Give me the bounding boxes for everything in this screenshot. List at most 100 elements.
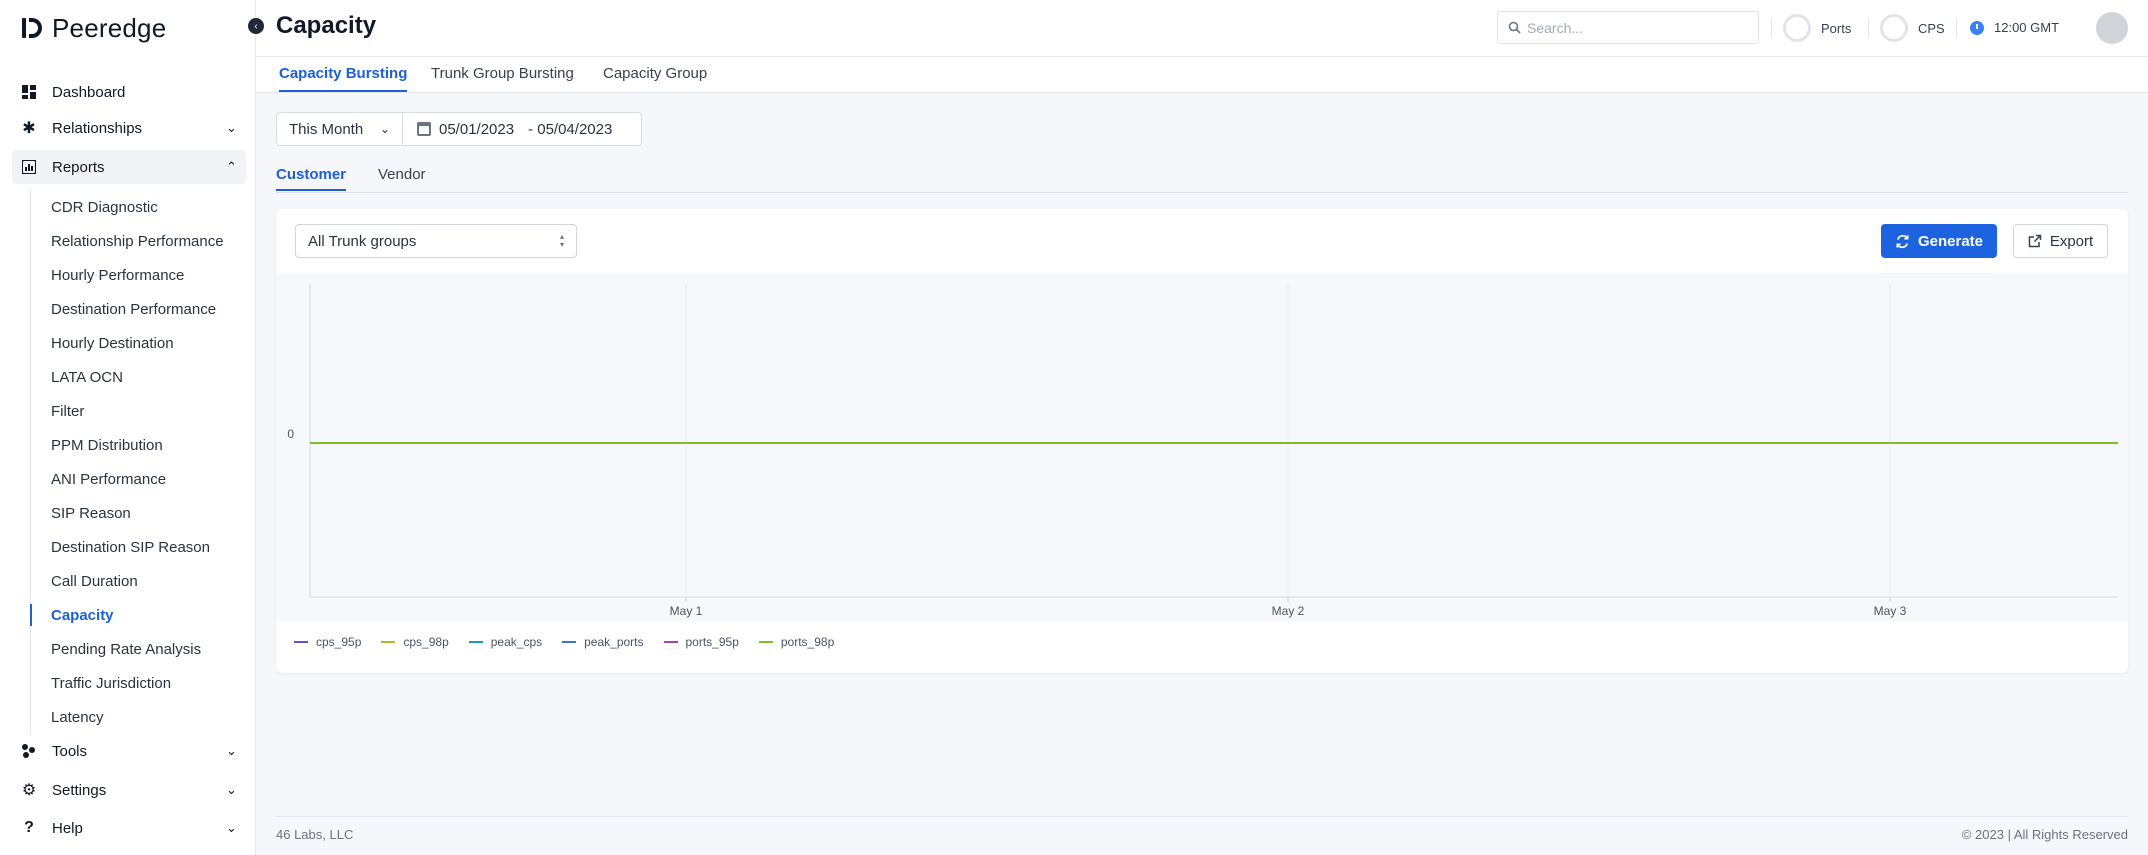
external-link-icon xyxy=(2028,234,2042,248)
page-title: Capacity xyxy=(276,12,377,39)
sidebar-item-call-duration[interactable]: Call Duration xyxy=(31,564,246,598)
x-tick-label: May 3 xyxy=(1874,604,1907,618)
sidebar-item-label: Reports xyxy=(52,158,105,176)
legend-item-cps_95p[interactable]: cps_95p xyxy=(294,635,361,649)
avatar[interactable] xyxy=(2096,12,2128,44)
legend-item-ports_95p[interactable]: ports_95p xyxy=(663,635,739,649)
sidebar-item-label: Relationships xyxy=(52,119,143,137)
sidebar-item-capacity[interactable]: Capacity xyxy=(30,598,246,632)
legend-item-ports_98p[interactable]: ports_98p xyxy=(758,635,835,649)
legend-swatch xyxy=(758,641,773,643)
sidebar: Peeredge Dashboard ✱ Relationships ⌄ Rep… xyxy=(0,0,256,855)
period-value: This Month xyxy=(289,120,364,138)
search-input[interactable] xyxy=(1527,19,1747,36)
legend-label: peak_ports xyxy=(584,635,644,649)
cps-label: CPS xyxy=(1918,20,1945,36)
ports-gauge[interactable]: Ports xyxy=(1783,14,1851,42)
legend-label: cps_95p xyxy=(316,635,362,649)
capacity-chart: May 1 May 2 May 3 0 xyxy=(287,283,2118,618)
footer-copyright: © 2023 | All Rights Reserved xyxy=(1961,827,2128,842)
help-icon: ? xyxy=(24,819,34,836)
sidebar-item-relationship-performance[interactable]: Relationship Performance xyxy=(31,224,246,258)
sidebar-item-latency[interactable]: Latency xyxy=(31,700,246,734)
tab-customer[interactable]: Customer xyxy=(276,166,347,191)
sidebar-item-label: Help xyxy=(52,819,83,837)
cps-ring-icon xyxy=(1880,14,1908,42)
y-tick-label: 0 xyxy=(287,427,294,441)
top-tabs: Capacity Bursting Trunk Group Bursting C… xyxy=(256,57,2148,93)
trunk-group-value: All Trunk groups xyxy=(308,232,417,250)
legend-swatch xyxy=(468,641,483,643)
date-to: - 05/04/2023 xyxy=(528,120,613,138)
search-box[interactable] xyxy=(1497,11,1759,44)
header: Capacity Ports CPS 12:00 GMT xyxy=(256,0,2148,57)
select-arrows-icon: ▴ ▾ xyxy=(559,232,564,249)
divider xyxy=(1956,18,1957,38)
legend-item-cps_98p[interactable]: cps_98p xyxy=(381,635,449,649)
legend-label: cps_98p xyxy=(403,635,449,649)
sidebar-item-label: Dashboard xyxy=(52,83,126,101)
logo-icon xyxy=(22,16,44,40)
sidebar-item-settings[interactable]: ⚙ Settings ⌄ xyxy=(12,773,246,807)
refresh-icon xyxy=(1896,234,1909,248)
export-label: Export xyxy=(2049,232,2094,250)
sidebar-item-ani-performance[interactable]: ANI Performance xyxy=(31,462,246,496)
chevron-down-icon: ⌄ xyxy=(226,820,237,835)
sidebar-item-filter[interactable]: Filter xyxy=(31,394,246,428)
generate-button[interactable]: Generate xyxy=(1881,224,1997,258)
period-select[interactable]: This Month ⌄ xyxy=(277,113,403,145)
divider xyxy=(1771,18,1772,38)
clock-icon xyxy=(1970,20,1984,35)
x-tick-label: May 2 xyxy=(1272,604,1305,618)
sidebar-item-cdr-diagnostic[interactable]: CDR Diagnostic xyxy=(31,190,246,224)
dashboard-icon xyxy=(12,85,46,99)
legend-swatch xyxy=(381,641,396,643)
sidebar-item-relationships[interactable]: ✱ Relationships ⌄ xyxy=(12,111,246,145)
cps-gauge[interactable]: CPS xyxy=(1880,14,1945,42)
legend-label: ports_98p xyxy=(780,635,835,649)
tab-capacity-bursting[interactable]: Capacity Bursting xyxy=(279,65,408,92)
sidebar-item-destination-performance[interactable]: Destination Performance xyxy=(31,292,246,326)
reports-icon xyxy=(12,160,46,174)
sidebar-item-tools[interactable]: Tools ⌄ xyxy=(12,734,246,768)
tab-trunk-group-bursting[interactable]: Trunk Group Bursting xyxy=(431,65,574,90)
sidebar-item-hourly-destination[interactable]: Hourly Destination xyxy=(31,326,246,360)
sidebar-item-label: Tools xyxy=(52,742,88,760)
sidebar-item-help[interactable]: ? Help ⌄ xyxy=(12,811,246,845)
trunk-group-select[interactable]: All Trunk groups ▴ ▾ xyxy=(295,224,577,258)
tools-icon xyxy=(12,743,46,759)
sidebar-item-lata-ocn[interactable]: LATA OCN xyxy=(31,360,246,394)
tab-capacity-group[interactable]: Capacity Group xyxy=(603,65,707,90)
sidebar-item-label: Settings xyxy=(52,781,107,799)
chevron-down-icon: ⌄ xyxy=(226,743,237,758)
customer-vendor-tabs: Customer Vendor xyxy=(276,162,2128,193)
sidebar-item-sip-reason[interactable]: SIP Reason xyxy=(31,496,246,530)
legend-label: peak_cps xyxy=(490,635,543,649)
chevron-up-icon: ⌃ xyxy=(226,159,237,174)
sidebar-item-hourly-performance[interactable]: Hourly Performance xyxy=(31,258,246,292)
collapse-sidebar-button[interactable]: ‹ xyxy=(248,18,264,34)
sidebar-item-traffic-jurisdiction[interactable]: Traffic Jurisdiction xyxy=(31,666,246,700)
sidebar-item-pending-rate-analysis[interactable]: Pending Rate Analysis xyxy=(31,632,246,666)
search-icon xyxy=(1508,21,1521,34)
date-filter: This Month ⌄ 05/01/2023 - 05/04/2023 xyxy=(276,112,642,146)
legend-item-peak_ports[interactable]: peak_ports xyxy=(562,635,644,649)
sidebar-item-destination-sip-reason[interactable]: Destination SIP Reason xyxy=(31,530,246,564)
sidebar-item-dashboard[interactable]: Dashboard xyxy=(12,75,246,109)
ports-label: Ports xyxy=(1821,20,1852,36)
date-range-picker[interactable]: 05/01/2023 - 05/04/2023 xyxy=(403,113,641,145)
relationships-icon: ✱ xyxy=(22,120,36,137)
export-button[interactable]: Export xyxy=(2013,224,2108,258)
chart-area: May 1 May 2 May 3 0 xyxy=(276,273,2128,621)
sidebar-item-ppm-distribution[interactable]: PPM Distribution xyxy=(31,428,246,462)
clock: 12:00 GMT xyxy=(1970,20,2059,35)
legend-item-peak_cps[interactable]: peak_cps xyxy=(468,635,543,649)
sidebar-item-reports[interactable]: Reports ⌃ xyxy=(12,150,246,184)
legend-label: ports_95p xyxy=(685,635,739,649)
ports-ring-icon xyxy=(1783,14,1811,42)
logo-text: Peeredge xyxy=(52,12,167,43)
clock-time: 12:00 GMT xyxy=(1994,20,2060,35)
chart-legend: cps_95p cps_98p peak_cps peak_ports ports_95… xyxy=(294,635,834,649)
logo[interactable]: Peeredge xyxy=(22,12,166,44)
tab-vendor[interactable]: Vendor xyxy=(378,166,426,189)
